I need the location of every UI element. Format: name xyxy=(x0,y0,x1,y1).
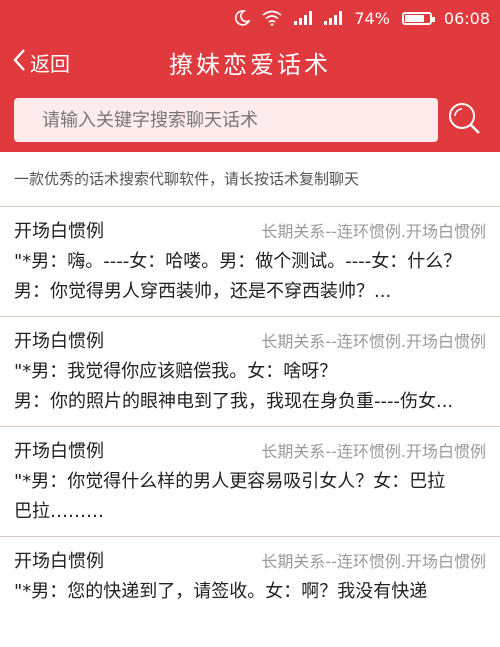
search-button[interactable] xyxy=(438,100,486,140)
results-list: 开场白惯例 长期关系--连环惯例.开场白惯例 "*男：嗨。----女：哈喽。男：… xyxy=(0,207,500,647)
list-item[interactable]: 开场白惯例 长期关系--连环惯例.开场白惯例 "*男：你觉得什么样的男人更容易吸… xyxy=(0,427,500,537)
item-text-line2: 巴拉……… xyxy=(14,501,104,522)
signal-1-icon xyxy=(294,11,313,25)
item-category: 长期关系--连环惯例.开场白惯例 xyxy=(261,222,486,241)
chevron-left-icon xyxy=(12,48,26,77)
status-bar: 74% 06:08 xyxy=(0,0,500,36)
clock: 06:08 xyxy=(443,8,490,28)
list-item[interactable]: 开场白惯例 长期关系--连环惯例.开场白惯例 "*男：我觉得你应该赔偿我。女：啥… xyxy=(0,317,500,427)
item-text-line1: "*男：您的快递到了，请签收。女：啊？我没有快递 xyxy=(14,581,428,602)
page-title: 撩妹恋爱话术 xyxy=(169,50,331,79)
wifi-icon xyxy=(262,10,282,26)
item-type: 开场白惯例 xyxy=(14,551,104,572)
battery-icon xyxy=(401,11,435,25)
app-tagline: 一款优秀的话术搜索代聊软件，请长按话术复制聊天 xyxy=(0,152,500,207)
item-text-line2: 男：你觉得男人穿西装帅，还是不穿西装帅？... xyxy=(14,281,392,302)
search-icon xyxy=(446,100,482,140)
item-type: 开场白惯例 xyxy=(14,331,104,352)
moon-icon xyxy=(234,10,251,26)
item-category: 长期关系--连环惯例.开场白惯例 xyxy=(261,332,486,351)
search-input[interactable] xyxy=(14,98,438,142)
battery-percent: 74% xyxy=(354,8,390,28)
item-text-line2: 男：你的照片的眼神电到了我，我现在身负重----伤女... xyxy=(14,391,454,412)
item-category: 长期关系--连环惯例.开场白惯例 xyxy=(261,442,486,461)
item-category: 长期关系--连环惯例.开场白惯例 xyxy=(261,552,486,571)
item-text-line1: "*男：嗨。----女：哈喽。男：做个测试。----女：什么？ xyxy=(14,251,462,272)
back-label: 返回 xyxy=(30,51,70,76)
back-button[interactable]: 返回 xyxy=(0,48,70,77)
search-row xyxy=(0,88,500,142)
header-area: 74% 06:08 返回 撩妹恋爱话术 xyxy=(0,0,500,152)
signal-2-icon xyxy=(324,11,343,25)
list-item[interactable]: 开场白惯例 长期关系--连环惯例.开场白惯例 "*男：嗨。----女：哈喽。男：… xyxy=(0,207,500,317)
list-item[interactable]: 开场白惯例 长期关系--连环惯例.开场白惯例 "*男：您的快递到了，请签收。女：… xyxy=(0,537,500,647)
item-type: 开场白惯例 xyxy=(14,441,104,462)
item-text-line1: "*男：你觉得什么样的男人更容易吸引女人？女：巴拉 xyxy=(14,471,446,492)
item-type: 开场白惯例 xyxy=(14,221,104,242)
item-text-line1: "*男：我觉得你应该赔偿我。女：啥呀？ xyxy=(14,361,338,382)
nav-bar: 返回 撩妹恋爱话术 xyxy=(0,36,500,88)
